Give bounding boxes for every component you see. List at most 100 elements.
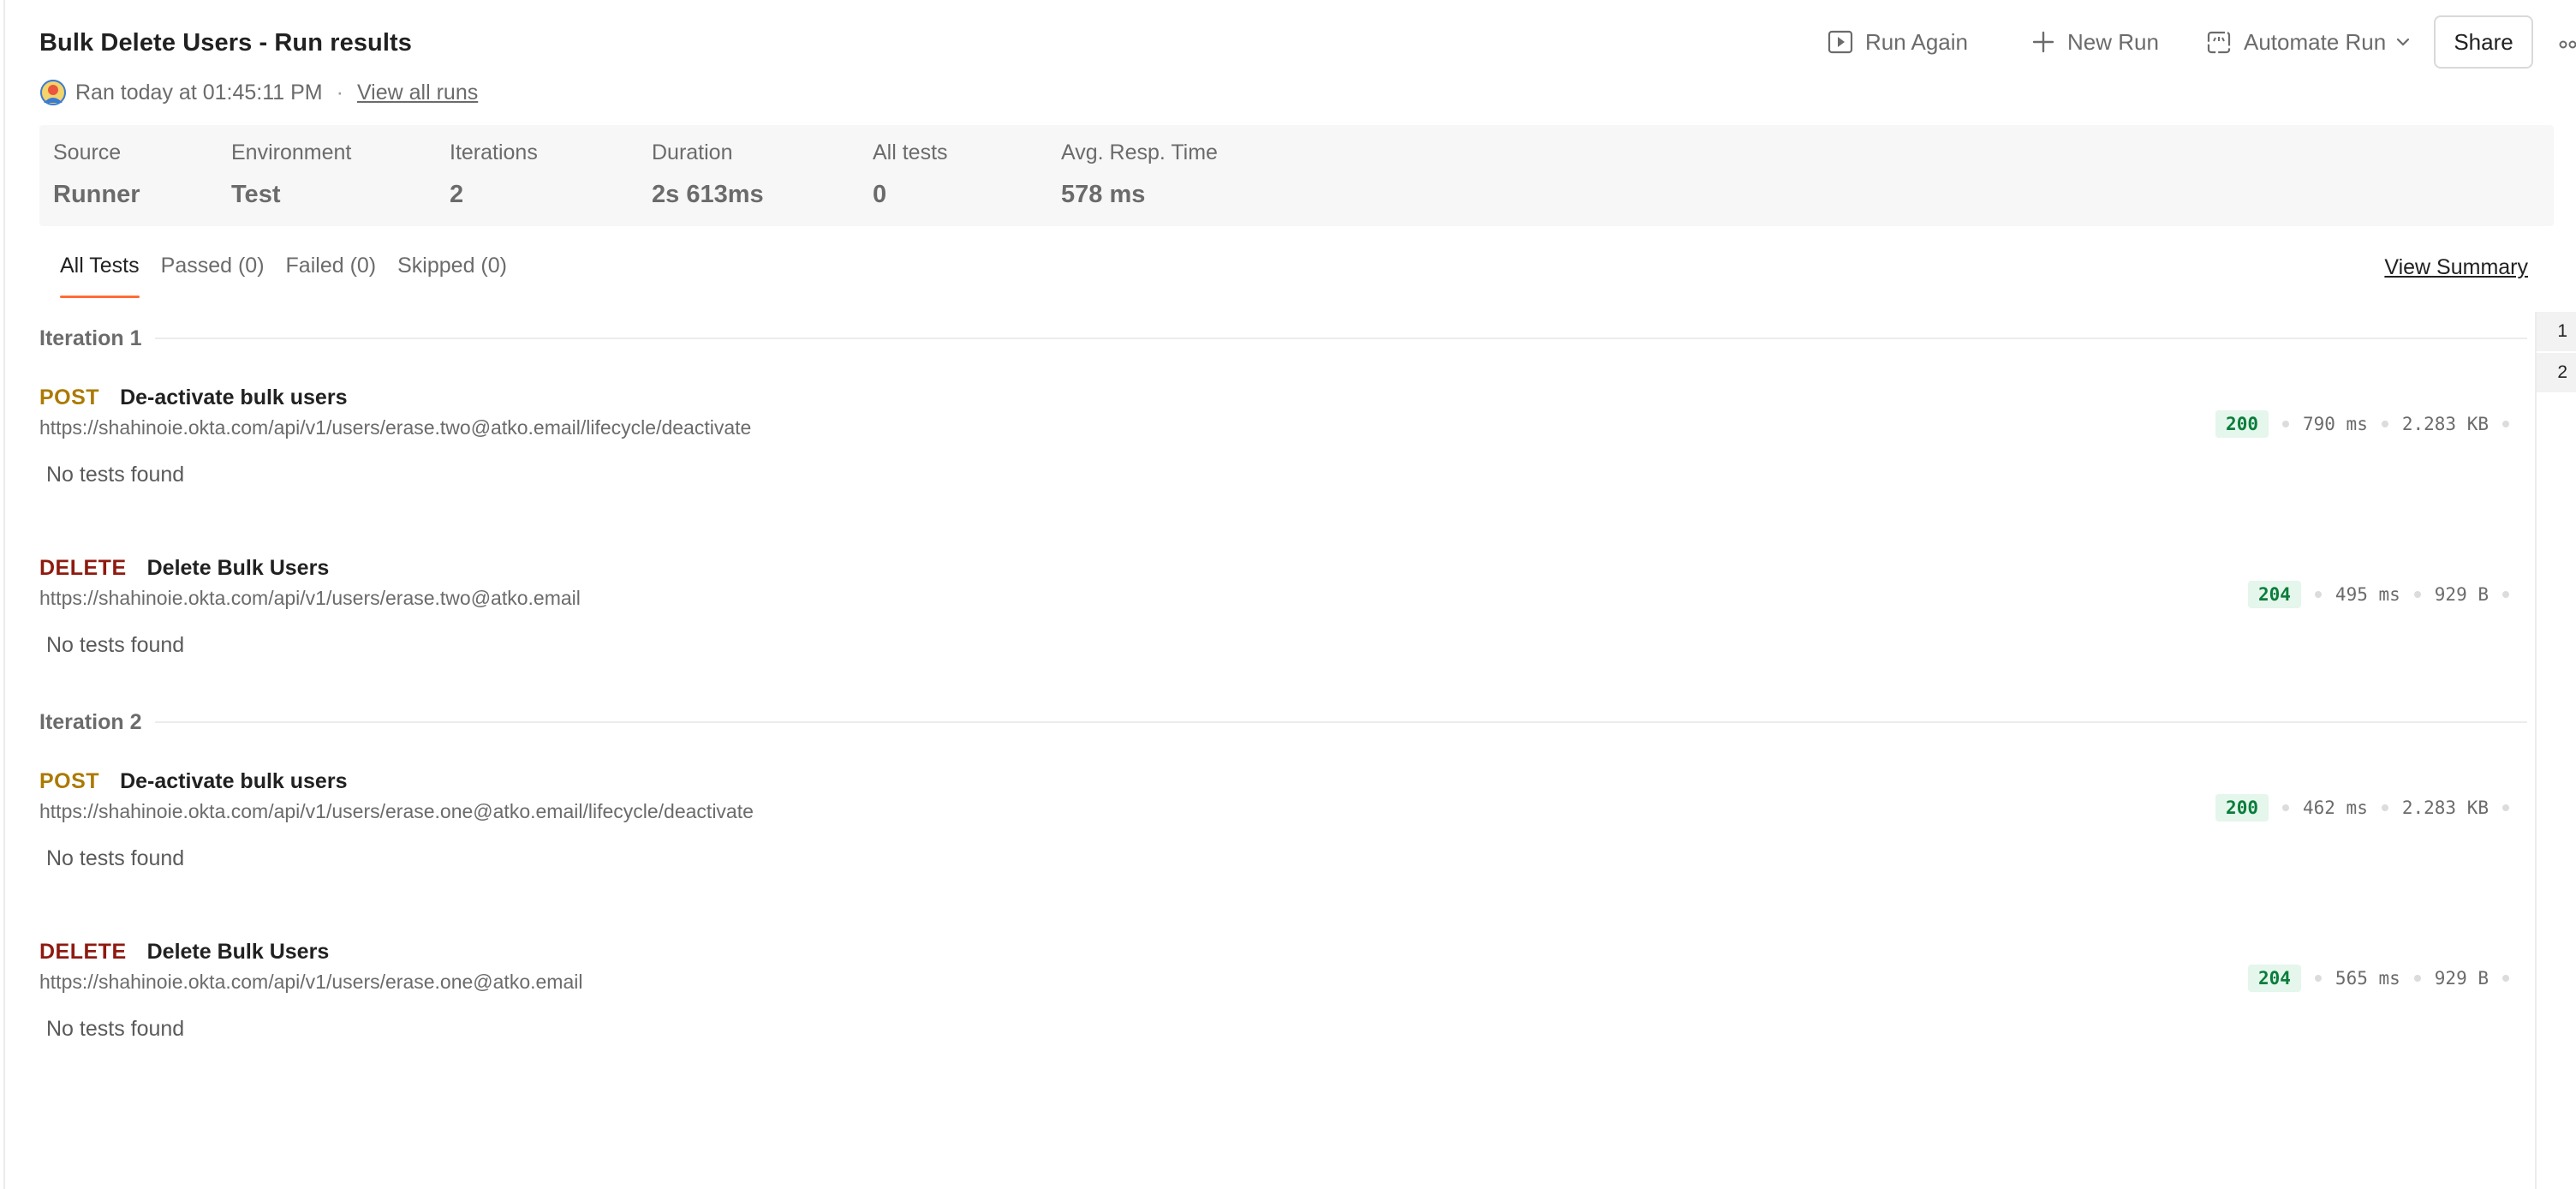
response-time: 790 ms xyxy=(2302,414,2368,434)
separator-dot xyxy=(2281,804,2289,811)
separator-dot: · xyxy=(336,80,343,105)
separator-dot xyxy=(2281,421,2289,427)
view-all-runs-link[interactable]: View all runs xyxy=(357,81,478,105)
metric-label: All tests xyxy=(873,140,948,164)
metric-duration: Duration 2s 613ms xyxy=(652,140,764,209)
request-name: De-activate bulk users xyxy=(120,385,348,409)
ran-timestamp: Ran today at 01:45:11 PM xyxy=(75,80,323,105)
response-size: 2.283 KB xyxy=(2401,798,2489,818)
metric-all-tests: All tests 0 xyxy=(873,140,948,209)
response-meta: 204 565 ms 929 B xyxy=(2247,962,2523,995)
results-tabs: All Tests Passed (0) Failed (0) Skipped … xyxy=(60,254,528,298)
no-tests-message: No tests found xyxy=(46,1017,185,1041)
status-badge: 200 xyxy=(2215,410,2269,438)
request-item[interactable]: POST De-activate bulk users https://shah… xyxy=(39,382,2523,545)
iteration-label: Iteration 1 xyxy=(39,326,142,350)
iteration-header: Iteration 1 xyxy=(39,324,2528,353)
view-summary-link[interactable]: View Summary xyxy=(2384,255,2528,280)
request-url: https://shahinoie.okta.com/api/v1/users/… xyxy=(39,971,583,993)
request-item[interactable]: POST De-activate bulk users https://shah… xyxy=(39,766,2523,929)
run-info-row: Ran today at 01:45:11 PM · View all runs xyxy=(39,77,478,108)
separator-dot xyxy=(2502,975,2509,982)
more-options-button[interactable] xyxy=(2557,15,2576,69)
request-name: Delete Bulk Users xyxy=(146,555,330,580)
metric-avg-resp-time: Avg. Resp. Time 578 ms xyxy=(1061,140,1218,209)
separator-dot xyxy=(2314,591,2322,598)
tab-skipped[interactable]: Skipped (0) xyxy=(397,254,507,298)
play-icon xyxy=(1828,29,1853,55)
run-results-panel: Bulk Delete Users - Run results Run Agai… xyxy=(3,0,2576,1189)
metric-label: Avg. Resp. Time xyxy=(1061,140,1218,164)
no-tests-message: No tests found xyxy=(46,633,185,657)
tab-all-tests[interactable]: All Tests xyxy=(60,254,140,298)
new-run-label: New Run xyxy=(2067,28,2159,55)
more-horizontal-icon xyxy=(2559,29,2576,56)
request-method: DELETE xyxy=(39,939,127,964)
request-method: DELETE xyxy=(39,555,127,580)
status-badge: 204 xyxy=(2247,581,2301,608)
side-nav-iteration-2[interactable]: 2 xyxy=(2537,353,2576,392)
header-actions: Run Again New Run Automate Run Share xyxy=(1714,15,2576,69)
share-button[interactable]: Share xyxy=(2434,15,2533,69)
iteration-label: Iteration 2 xyxy=(39,709,142,734)
new-run-button[interactable]: New Run xyxy=(2031,15,2159,69)
no-tests-message: No tests found xyxy=(46,846,185,870)
run-again-button[interactable]: Run Again xyxy=(1828,15,1968,69)
response-size: 929 B xyxy=(2434,584,2489,605)
divider xyxy=(155,338,2528,339)
metric-label: Environment xyxy=(231,140,352,164)
response-size: 929 B xyxy=(2434,968,2489,989)
plus-icon xyxy=(2031,30,2055,54)
metric-label: Iterations xyxy=(450,140,538,164)
request-method: POST xyxy=(39,768,100,793)
automate-run-button[interactable]: Automate Run xyxy=(2206,15,2412,69)
separator-dot xyxy=(2413,591,2421,598)
iteration-side-nav: 1 2 xyxy=(2535,312,2576,1189)
response-size: 2.283 KB xyxy=(2401,414,2489,434)
request-method: POST xyxy=(39,385,100,409)
automate-run-label: Automate Run xyxy=(2244,28,2387,55)
chevron-down-icon xyxy=(2394,33,2412,51)
response-time: 462 ms xyxy=(2302,798,2368,818)
metric-value: Test xyxy=(231,181,281,208)
metric-value: 0 xyxy=(873,181,887,208)
response-time: 565 ms xyxy=(2334,968,2400,989)
automate-icon xyxy=(2206,29,2232,55)
separator-dot xyxy=(2381,421,2388,427)
request-url: https://shahinoie.okta.com/api/v1/users/… xyxy=(39,800,754,822)
share-label: Share xyxy=(2454,28,2513,55)
avatar xyxy=(39,79,67,106)
no-tests-message: No tests found xyxy=(46,463,185,487)
metric-value: 2s 613ms xyxy=(652,181,764,208)
iteration-header: Iteration 2 xyxy=(39,708,2528,737)
run-again-label: Run Again xyxy=(1865,28,1968,55)
metric-value: Runner xyxy=(53,181,140,208)
request-item[interactable]: DELETE Delete Bulk Users https://shahino… xyxy=(39,936,2523,1099)
request-url: https://shahinoie.okta.com/api/v1/users/… xyxy=(39,587,581,609)
tab-failed[interactable]: Failed (0) xyxy=(286,254,377,298)
metric-label: Source xyxy=(53,140,122,164)
response-meta: 204 495 ms 929 B xyxy=(2247,578,2523,611)
request-name: De-activate bulk users xyxy=(120,768,348,793)
metric-label: Duration xyxy=(652,140,733,164)
response-meta: 200 790 ms 2.283 KB xyxy=(2215,408,2523,440)
side-nav-iteration-1[interactable]: 1 xyxy=(2537,312,2576,351)
page-title: Bulk Delete Users - Run results xyxy=(39,29,413,57)
separator-dot xyxy=(2502,591,2509,598)
separator-dot xyxy=(2314,975,2322,982)
separator-dot xyxy=(2502,804,2509,811)
metric-iterations: Iterations 2 xyxy=(450,140,538,209)
separator-dot xyxy=(2381,804,2388,811)
response-meta: 200 462 ms 2.283 KB xyxy=(2215,792,2523,824)
metric-environment: Environment Test xyxy=(231,140,351,209)
tab-passed[interactable]: Passed (0) xyxy=(161,254,265,298)
response-time: 495 ms xyxy=(2334,584,2400,605)
status-badge: 200 xyxy=(2215,794,2269,822)
request-url: https://shahinoie.okta.com/api/v1/users/… xyxy=(39,416,752,439)
metric-source: Source Runner xyxy=(53,140,140,209)
metric-value: 578 ms xyxy=(1061,181,1146,208)
request-item[interactable]: DELETE Delete Bulk Users https://shahino… xyxy=(39,553,2523,715)
request-name: Delete Bulk Users xyxy=(146,939,330,964)
metric-value: 2 xyxy=(450,181,464,208)
divider xyxy=(155,721,2528,723)
